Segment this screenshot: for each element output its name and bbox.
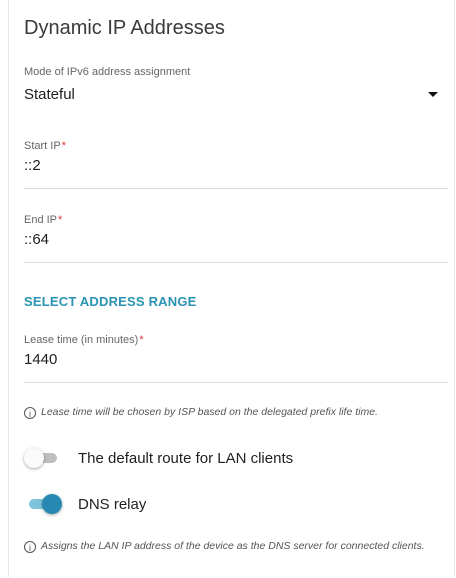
- select-address-range-link[interactable]: SELECT ADDRESS RANGE: [24, 294, 197, 309]
- default-route-switch[interactable]: [24, 447, 62, 469]
- lease-time-input[interactable]: 1440: [24, 351, 448, 368]
- switch-knob: [42, 494, 62, 514]
- end-ip-underline: [24, 262, 448, 263]
- dns-relay-label: DNS relay: [78, 495, 147, 513]
- dns-hint: i Assigns the LAN IP address of the devic…: [24, 538, 444, 555]
- mode-select[interactable]: Mode of IPv6 address assignment Stateful: [24, 66, 448, 116]
- lease-time-field[interactable]: Lease time (in minutes)* 1440: [24, 334, 448, 383]
- chevron-down-icon[interactable]: [428, 92, 438, 97]
- lease-hint: i Lease time will be chosen by ISP based …: [24, 404, 444, 421]
- start-ip-input[interactable]: ::2: [24, 157, 448, 174]
- dns-relay-toggle-row[interactable]: DNS relay: [24, 492, 146, 516]
- lease-time-label: Lease time (in minutes): [24, 334, 139, 346]
- start-ip-field[interactable]: Start IP* ::2: [24, 140, 448, 189]
- default-route-toggle-row[interactable]: The default route for LAN clients: [24, 446, 293, 470]
- required-mark: *: [58, 214, 63, 226]
- end-ip-label: End IP: [24, 214, 58, 226]
- dns-relay-switch[interactable]: [24, 493, 62, 515]
- switch-knob: [24, 448, 44, 468]
- required-mark: *: [61, 140, 66, 152]
- info-icon: i: [24, 541, 36, 553]
- dns-hint-text: Assigns the LAN IP address of the device…: [41, 540, 425, 552]
- lease-hint-text: Lease time will be chosen by ISP based o…: [41, 406, 378, 418]
- dynamic-ip-card: Dynamic IP Addresses Mode of IPv6 addres…: [8, 0, 455, 577]
- info-icon: i: [24, 407, 36, 419]
- start-ip-label: Start IP: [24, 140, 61, 152]
- mode-value[interactable]: Stateful: [24, 86, 448, 103]
- mode-label: Mode of IPv6 address assignment: [24, 66, 191, 78]
- end-ip-input[interactable]: ::64: [24, 231, 448, 248]
- required-mark: *: [139, 334, 144, 346]
- start-ip-underline: [24, 188, 448, 189]
- default-route-label: The default route for LAN clients: [78, 449, 294, 467]
- lease-time-underline: [24, 382, 448, 383]
- section-title: Dynamic IP Addresses: [24, 17, 225, 39]
- end-ip-field[interactable]: End IP* ::64: [24, 214, 448, 263]
